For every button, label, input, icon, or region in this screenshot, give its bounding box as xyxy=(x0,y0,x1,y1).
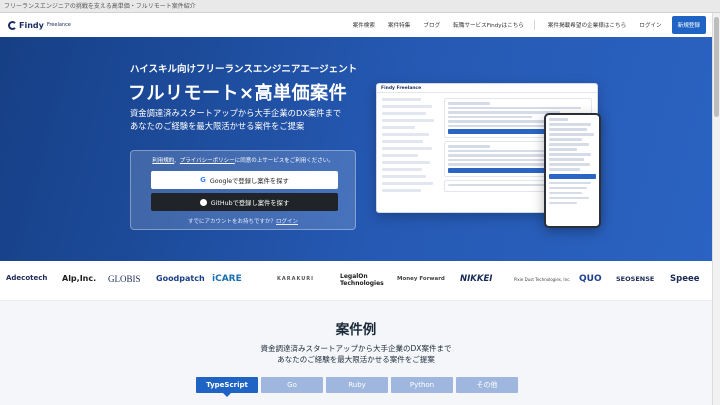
cases-desc-line-1: 資金調達済みスタートアップから大手企業のDX案件まで xyxy=(260,344,452,353)
mockup-header: Findy Freelance xyxy=(377,84,597,93)
site-header: Findy Freelance 案件検索 案件特集 ブログ 転職サービスFind… xyxy=(0,13,712,37)
client-logo-nikkei: NIKKEI xyxy=(460,274,493,284)
client-logo-pixie-dust: Pixie Dust Technologies, Inc. xyxy=(514,277,571,282)
nav-for-companies[interactable]: 案件掲載希望の企業様はこちら xyxy=(548,21,626,29)
nav-login[interactable]: ログイン xyxy=(639,21,661,29)
tab-go[interactable]: Go xyxy=(261,377,323,393)
google-signup-button[interactable]: G Googleで登録し案件を探す xyxy=(151,171,338,189)
client-logo-money-forward: Money Forward xyxy=(397,276,445,282)
hero-tagline: ハイスキル向けフリーランスエンジニアエージェント xyxy=(130,64,358,75)
findy-logo-icon xyxy=(8,20,17,30)
terms-link[interactable]: 利用規約 xyxy=(152,158,174,164)
client-logo-quo: QUO xyxy=(579,274,602,284)
hero-description: 資金調達済みスタートアップから大手企業のDX案件まで あなたのご経験を最大限活か… xyxy=(130,107,341,133)
client-logo-adecotech: Adecotech xyxy=(6,274,48,282)
client-logos-bar: Adecotech Alp,Inc. GLOBIS Goodpatch iCAR… xyxy=(0,261,712,301)
client-logo-globis: GLOBIS xyxy=(108,274,141,284)
browser-tab-title: フリーランスエンジニアの挑戦を支える高単価・フルリモート案件紹介 xyxy=(0,0,720,13)
tab-other[interactable]: その他 xyxy=(456,377,518,393)
login-prompt-text: すでにアカウントをお持ちですか？ xyxy=(187,219,277,225)
hero-section: ハイスキル向けフリーランスエンジニアエージェント フルリモート×高単価案件 資金… xyxy=(0,37,712,261)
mockup-logo: Findy Freelance xyxy=(381,85,422,91)
logo-text: Findy xyxy=(19,20,44,30)
mobile-screenshot-mockup xyxy=(544,113,601,228)
nav-job-search[interactable]: 案件検索 xyxy=(353,21,375,29)
client-logo-speee: Speee xyxy=(670,274,700,284)
mockup-sidebar xyxy=(382,98,437,196)
nav-blog[interactable]: ブログ xyxy=(423,21,440,29)
cases-desc-line-2: あなたのご経験を最大限活かせる案件をご提案 xyxy=(277,355,435,364)
tab-typescript[interactable]: TypeScript xyxy=(196,377,258,393)
hero-title: フルリモート×高単価案件 xyxy=(128,83,348,104)
nav-divider xyxy=(533,20,535,30)
site-logo[interactable]: Findy Freelance xyxy=(8,20,71,30)
terms-notice: 利用規約、プライバシーポリシーに同意の上サービスをご利用ください。 xyxy=(131,156,355,164)
google-signup-label: Googleで登録し案件を探す xyxy=(209,177,289,185)
case-examples-title: 案件例 xyxy=(335,322,377,338)
terms-suffix: に同意の上サービスをご利用ください。 xyxy=(234,158,334,164)
language-tabs: TypeScript Go Ruby Python その他 xyxy=(196,377,518,393)
hero-desc-line-1: 資金調達済みスタートアップから大手企業のDX案件まで xyxy=(130,108,342,118)
page-scrollbar[interactable] xyxy=(712,13,720,405)
case-examples-section: 案件例 資金調達済みスタートアップから大手企業のDX案件まで あなたのご経験を最… xyxy=(0,301,712,405)
github-signup-button[interactable]: GitHubで登録し案件を探す xyxy=(151,193,338,211)
client-logo-goodpatch: Goodpatch xyxy=(156,274,205,283)
hero-desc-line-2: あなたのご経験を最大限活かせる案件をご提案 xyxy=(130,121,305,131)
github-signup-label: GitHubで登録し案件を探す xyxy=(210,199,290,207)
main-nav: 案件検索 案件特集 ブログ 転職サービスFindyはこちら 案件掲載希望の企業様… xyxy=(340,16,706,34)
nav-features[interactable]: 案件特集 xyxy=(388,21,410,29)
tab-ruby[interactable]: Ruby xyxy=(326,377,388,393)
nav-findy-career[interactable]: 転職サービスFindyはこちら xyxy=(453,21,524,29)
client-logo-karakuri: KARAKURI xyxy=(277,276,315,282)
signup-button[interactable]: 新規登録 xyxy=(671,16,706,34)
tab-python[interactable]: Python xyxy=(391,377,453,393)
google-icon: G xyxy=(200,176,206,184)
client-logo-legalon: LegalOn Technologies xyxy=(340,273,384,287)
client-logo-seosense: SEOSENSE xyxy=(616,275,655,283)
login-link[interactable]: ログイン xyxy=(276,219,298,225)
login-prompt: すでにアカウントをお持ちですか？ログイン xyxy=(131,217,355,225)
client-logo-alp: Alp,Inc. xyxy=(62,274,97,283)
signup-card: 利用規約、プライバシーポリシーに同意の上サービスをご利用ください。 G Goog… xyxy=(130,150,356,230)
case-examples-description: 資金調達済みスタートアップから大手企業のDX案件まで あなたのご経験を最大限活か… xyxy=(0,343,712,365)
logo-subtext: Freelance xyxy=(46,22,71,28)
client-logo-icare: iCARE xyxy=(212,274,242,284)
scrollbar-thumb[interactable] xyxy=(714,17,719,117)
active-tab-indicator xyxy=(223,393,231,397)
privacy-policy-link[interactable]: プライバシーポリシー xyxy=(180,158,235,164)
github-icon xyxy=(199,198,207,206)
